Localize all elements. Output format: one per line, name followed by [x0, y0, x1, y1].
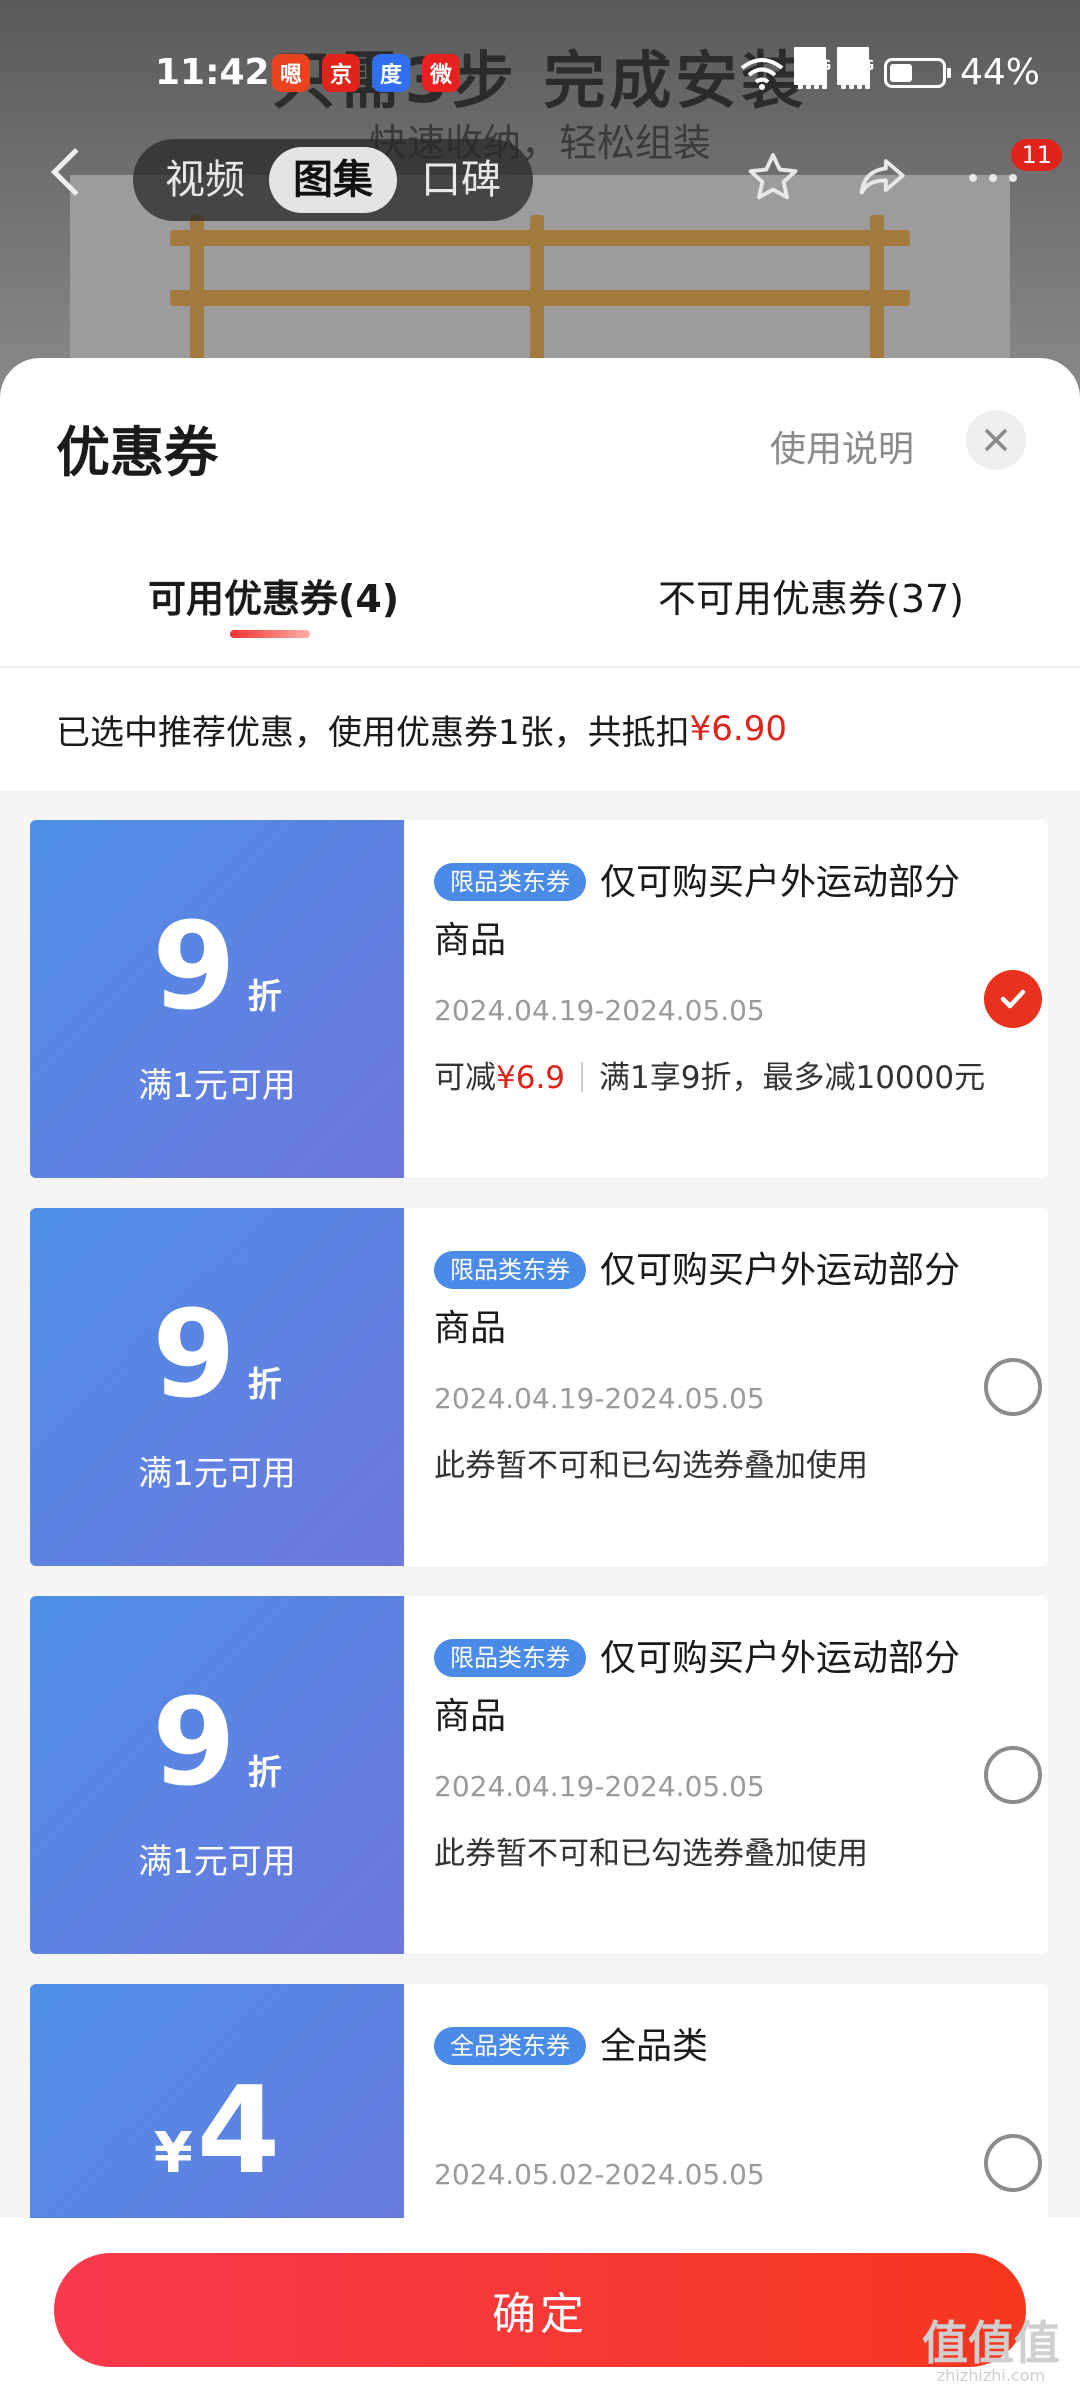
media-tab-1[interactable]: 图集: [269, 147, 397, 213]
coupon-amount: 9折: [30, 1296, 404, 1416]
coupon-details: 限品类东券 仅可购买户外运动部分商品 2024.04.19-2024.05.05 可减…: [404, 820, 1048, 1178]
coupon-note: 此券暂不可和已勾选券叠加使用: [434, 1440, 868, 1485]
status-bar: 11:42 嗯京度微 5G 5G 44%: [0, 40, 1080, 110]
coupon-sheet: 优惠券 使用说明 可用优惠券(4) 不可用优惠券(37) 已选中推荐优惠，使用优…: [0, 358, 1080, 2400]
product-nav: 视频 图集 口碑 11: [0, 135, 1080, 225]
coupon-title: 全品类: [600, 2026, 709, 2067]
coupon-discount-label: 可减: [434, 1060, 496, 1096]
battery-icon: [883, 57, 951, 88]
coupon-type-badge: 限品类东券: [434, 863, 586, 901]
sheet-header: 优惠券 使用说明 可用优惠券(4) 不可用优惠券(37): [0, 358, 1080, 668]
coupon-type-badge: 限品类东券: [434, 1639, 586, 1677]
coupon-amount-unit: 折: [247, 977, 282, 1017]
selection-summary: 已选中推荐优惠，使用优惠券1张，共抵扣 ¥6.90: [0, 668, 1080, 790]
checked-icon[interactable]: [984, 970, 1042, 1028]
tab-available[interactable]: 可用优惠券(4): [148, 568, 399, 623]
coupon-title-row: 全品类东券 全品类: [434, 2018, 974, 2076]
close-icon: [985, 429, 1007, 451]
footer-bar: 确定: [0, 2218, 1080, 2400]
wifi-icon: [740, 57, 784, 90]
coupon-note: 此券暂不可和已勾选券叠加使用: [434, 1828, 868, 1873]
battery-percent: 44%: [959, 52, 1040, 93]
coupon-amount-unit: 折: [247, 1753, 282, 1793]
coupon-amount-unit: 折: [247, 1365, 282, 1405]
back-icon[interactable]: [50, 147, 100, 197]
media-tab-2[interactable]: 口碑: [397, 147, 525, 213]
coupon-validity: 2024.05.02-2024.05.05: [434, 2158, 765, 2191]
coupon-title-row: 限品类东券 仅可购买户外运动部分商品: [434, 1242, 974, 1358]
coupon-amount-value: 9: [152, 898, 236, 1037]
coupon-validity: 2024.04.19-2024.05.05: [434, 1382, 765, 1415]
unchecked-radio[interactable]: [984, 1358, 1042, 1416]
usage-instructions-link[interactable]: 使用说明: [770, 420, 914, 472]
coupon-details: 限品类东券 仅可购买户外运动部分商品 2024.04.19-2024.05.05 此券…: [404, 1596, 1048, 1954]
coupon-note-text: 此券暂不可和已勾选券叠加使用: [434, 1836, 868, 1872]
unchecked-radio[interactable]: [984, 2134, 1042, 2192]
coupon-details: 限品类东券 仅可购买户外运动部分商品 2024.04.19-2024.05.05 此券…: [404, 1208, 1048, 1566]
coupon-amount: 9折: [30, 908, 404, 1028]
coupon-value-panel: 9 折满1元可用: [30, 1596, 404, 1954]
coupon-condition: 满1元可用: [138, 1066, 296, 1106]
watermark: 值值值 zhizhizhi.com: [922, 2316, 1060, 2385]
sheet-title: 优惠券: [56, 421, 218, 484]
coupon-validity: 2024.04.19-2024.05.05: [434, 1770, 765, 1803]
coupon-note: 可减¥6.9 满1享9折，最多减10000元: [434, 1052, 985, 1097]
signal-icon: 5G: [793, 46, 831, 89]
summary-text: 已选中推荐优惠，使用优惠券1张，共抵扣: [56, 712, 690, 753]
coupon-tabs: 可用优惠券(4) 不可用优惠券(37): [0, 558, 1080, 668]
confirm-button[interactable]: 确定: [54, 2253, 1026, 2367]
coupon-card[interactable]: 9 折满1元可用 限品类东券 仅可购买户外运动部分商品 2024.04.19-2024.…: [30, 1208, 1048, 1566]
media-tabs: 视频 图集 口碑: [133, 139, 533, 221]
coupon-card[interactable]: 9 折满1元可用 限品类东券 仅可购买户外运动部分商品 2024.04.19-2024.…: [30, 820, 1048, 1178]
coupon-card[interactable]: 9 折满1元可用 限品类东券 仅可购买户外运动部分商品 2024.04.19-2024.…: [30, 1596, 1048, 1954]
coupon-title-row: 限品类东券 仅可购买户外运动部分商品: [434, 854, 974, 970]
coupon-list: 9 折满1元可用 限品类东券 仅可购买户外运动部分商品 2024.04.19-2024.…: [0, 790, 1080, 2400]
coupon-discount-amount: ¥6.9: [496, 1060, 566, 1096]
background-product-page: 只需3步 完成安装 快速收纳，轻松组装 11:42 嗯京度微 5G 5G 44%…: [0, 0, 1080, 400]
coupon-currency: ¥: [153, 2121, 193, 2186]
coupon-amount-value: 4: [196, 2062, 281, 2201]
coupon-amount-value: 9: [152, 1286, 236, 1425]
favorite-star-icon[interactable]: [742, 147, 804, 209]
coupon-amount: ¥4: [30, 2072, 404, 2192]
coupon-value-panel: 9 折满1元可用: [30, 1208, 404, 1566]
coupon-type-badge: 限品类东券: [434, 1251, 586, 1289]
coupon-note-text: 此券暂不可和已勾选券叠加使用: [434, 1448, 868, 1484]
app-icon-2: 京: [322, 54, 360, 92]
coupon-title-row: 限品类东券 仅可购买户外运动部分商品: [434, 1630, 974, 1746]
summary-amount: ¥6.90: [689, 709, 787, 749]
status-time: 11:42: [155, 52, 270, 93]
share-icon[interactable]: [850, 147, 912, 209]
coupon-condition: 满1元可用: [138, 1454, 296, 1494]
unchecked-radio[interactable]: [984, 1746, 1042, 1804]
coupon-type-badge: 全品类东券: [434, 2027, 586, 2065]
status-app-icons: 嗯京度微: [272, 54, 460, 92]
message-badge: 11: [1011, 139, 1062, 171]
tab-indicator: [230, 630, 310, 638]
coupon-value-panel: 9 折满1元可用: [30, 820, 404, 1178]
coupon-rule: 满1享9折，最多减10000元: [599, 1060, 986, 1096]
coupon-validity: 2024.04.19-2024.05.05: [434, 994, 765, 1027]
coupon-amount-value: 9: [152, 1674, 236, 1813]
coupon-amount: 9折: [30, 1684, 404, 1804]
app-icon-3: 度: [372, 54, 410, 92]
media-tab-0[interactable]: 视频: [141, 147, 269, 213]
close-button[interactable]: [966, 410, 1026, 470]
signal-icon-2: 5G: [836, 46, 874, 89]
app-icon-4: 微: [422, 54, 460, 92]
coupon-condition: 满1元可用: [138, 1842, 296, 1882]
app-icon-1: 嗯: [272, 54, 310, 92]
tab-unavailable[interactable]: 不可用优惠券(37): [658, 568, 964, 623]
